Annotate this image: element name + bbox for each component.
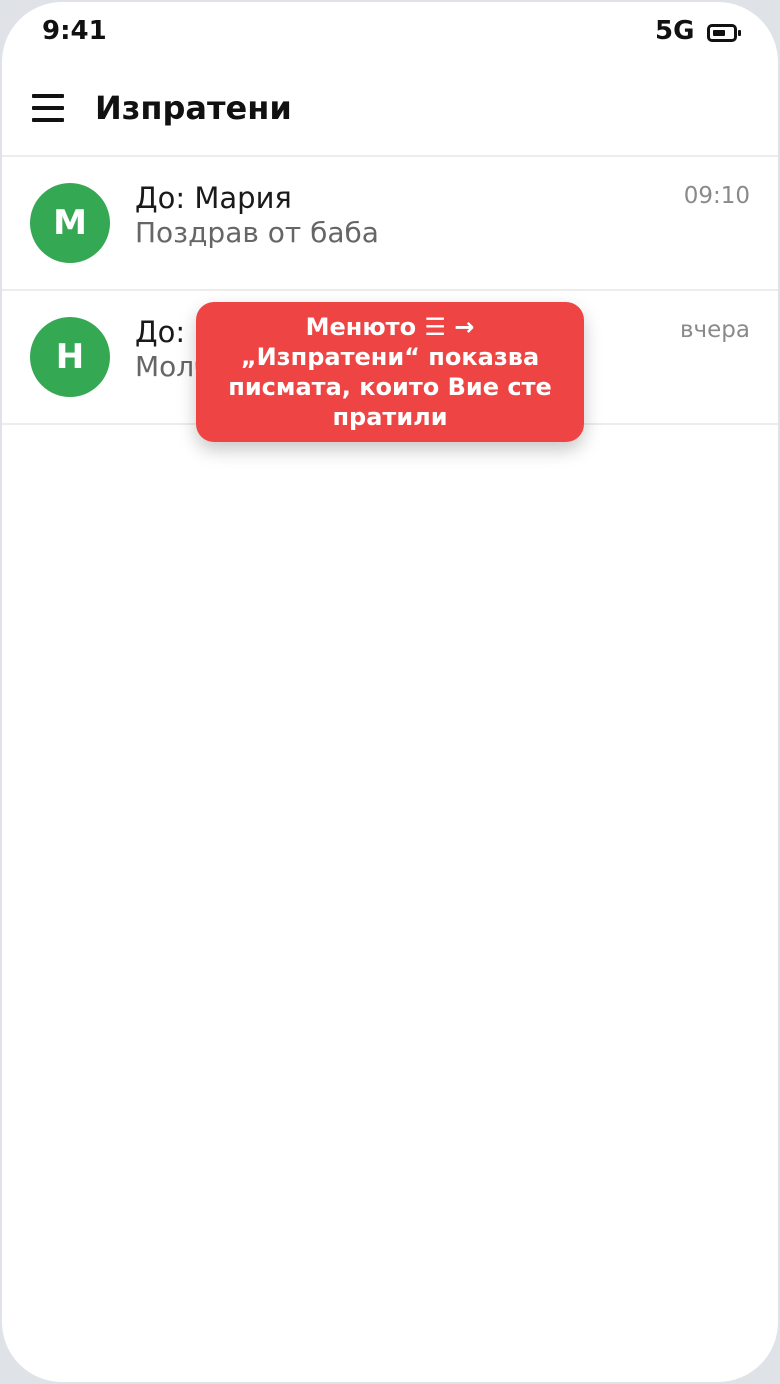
status-time: 9:41 bbox=[42, 16, 107, 46]
phone-screen: 9:41 5G Изпратени М До: Мария Поздрав от… bbox=[2, 2, 778, 1382]
page-title: Изпратени bbox=[95, 89, 292, 127]
avatar: Н bbox=[30, 317, 110, 397]
network-indicator: 5G bbox=[655, 16, 695, 46]
menu-icon[interactable] bbox=[24, 82, 72, 134]
mail-list-item[interactable]: М До: Мария Поздрав от баба 09:10 bbox=[2, 157, 778, 291]
menu-icon-line bbox=[32, 118, 64, 122]
hint-text: Менюто ☰ → „Изпратени“ показва писмата, … bbox=[228, 313, 552, 431]
mail-time: 09:10 bbox=[683, 183, 750, 209]
mail-recipient: До: Мария bbox=[135, 181, 292, 215]
menu-icon-line bbox=[32, 106, 64, 110]
mail-subject: Поздрав от баба bbox=[135, 216, 379, 249]
avatar: М bbox=[30, 183, 110, 263]
battery-level bbox=[713, 30, 725, 36]
battery-icon bbox=[707, 24, 741, 42]
menu-icon-line bbox=[32, 94, 64, 98]
mail-time: вчера bbox=[680, 317, 750, 343]
status-bar: 9:41 5G bbox=[2, 2, 778, 62]
hint-tooltip: Менюто ☰ → „Изпратени“ показва писмата, … bbox=[196, 302, 584, 442]
app-bar: Изпратени bbox=[2, 62, 778, 157]
